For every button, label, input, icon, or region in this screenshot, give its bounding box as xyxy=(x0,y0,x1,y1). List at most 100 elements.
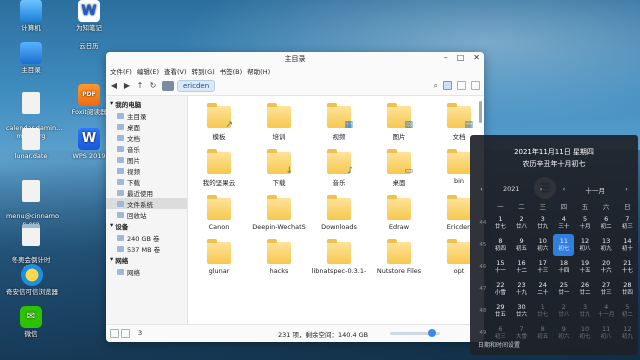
calendar-day[interactable]: 2 廿八 xyxy=(553,300,574,322)
calendar-day[interactable]: 1 廿七 xyxy=(490,212,511,234)
titlebar[interactable]: 主目录 – □ ✕ xyxy=(106,52,484,65)
sidebar-group-header[interactable]: ▾ 设备 xyxy=(106,220,187,232)
folder-item[interactable]: Nutstore Files xyxy=(369,239,429,275)
folder-item[interactable]: ▨ 图片 xyxy=(369,103,429,141)
breadcrumb-current[interactable]: ericden xyxy=(177,79,216,92)
calendar-day[interactable]: 6 初二 xyxy=(596,212,617,234)
zoom-slider[interactable] xyxy=(390,329,441,337)
up-arrow-icon[interactable]: ↑ xyxy=(136,81,144,90)
month-next-button[interactable]: › xyxy=(625,185,628,195)
folder-item[interactable]: ▤ 文档 xyxy=(429,103,476,141)
toggle-sidebar-button[interactable] xyxy=(110,329,119,338)
zoom-slider-knob[interactable] xyxy=(428,329,437,337)
calendar-day[interactable]: 11 初七 xyxy=(553,234,575,256)
calendar-day[interactable]: 27 廿三 xyxy=(596,278,617,300)
sidebar-group-header[interactable]: ▾ 网络 xyxy=(106,254,187,266)
calendar-day[interactable]: 12 初八 xyxy=(574,234,595,256)
calendar-month[interactable]: 十一月 xyxy=(586,185,606,195)
sidebar-item[interactable]: 文件系统 xyxy=(106,198,187,209)
calendar-day[interactable]: 4 十一月 xyxy=(596,300,617,322)
sidebar-item[interactable]: 主目录 xyxy=(106,110,187,121)
folder-item[interactable]: libnatspec-0.3.1- xyxy=(309,239,369,275)
calendar-day[interactable]: 5 十月 xyxy=(574,212,595,234)
calendar-day[interactable]: 22 小雪 xyxy=(490,278,511,300)
calendar-day[interactable]: 21 十七 xyxy=(617,256,638,278)
menu-edit[interactable]: 编辑(E) xyxy=(137,66,159,76)
sidebar-item[interactable]: 音乐 xyxy=(106,143,187,154)
desktop-icon-cloud-calendar[interactable]: ☰ 云日历 xyxy=(64,42,556,199)
calendar-day[interactable]: 5 初二 xyxy=(617,300,638,322)
calendar-day[interactable]: 15 十一 xyxy=(490,256,511,278)
path-root-icon[interactable] xyxy=(162,80,174,91)
folder-item[interactable]: opt xyxy=(429,239,476,275)
calendar-day[interactable]: 19 十五 xyxy=(574,256,595,278)
sidebar-item[interactable]: 视频 xyxy=(106,165,187,176)
calendar-day[interactable]: 4 三十 xyxy=(553,212,574,234)
calendar-day[interactable]: 13 初九 xyxy=(596,234,617,256)
desktop-icon-wiz[interactable]: W 为知笔记 xyxy=(64,0,114,32)
sidebar-item[interactable]: 网络 xyxy=(106,266,187,277)
search-icon[interactable]: ⌕ xyxy=(434,81,438,91)
calendar-day[interactable]: 2 廿八 xyxy=(511,212,532,234)
calendar-day[interactable]: 23 十九 xyxy=(511,278,532,300)
year-next-button[interactable]: › xyxy=(540,185,543,195)
compact-view-button[interactable] xyxy=(471,81,480,90)
icon-view-button[interactable] xyxy=(443,81,452,90)
sidebar-item[interactable]: 240 GB 卷 xyxy=(106,232,187,243)
calendar-day[interactable]: 3 廿九 xyxy=(574,300,595,322)
calendar-day[interactable]: 3 廿九 xyxy=(532,212,553,234)
sidebar-item[interactable]: 图片 xyxy=(106,154,187,165)
folder-item[interactable]: Deepin-WechatS xyxy=(249,195,309,231)
calendar-day[interactable]: 17 十三 xyxy=(532,256,553,278)
calendar-day[interactable]: 26 廿二 xyxy=(574,278,595,300)
calendar-day[interactable]: 9 初五 xyxy=(511,234,532,256)
calendar-day[interactable]: 18 十四 xyxy=(553,256,574,278)
datetime-settings-link[interactable]: 日期和时间设置 xyxy=(478,340,520,349)
desktop-icon-browser[interactable]: 奇安信可信浏览器 xyxy=(2,264,62,296)
minimize-button[interactable]: – xyxy=(444,53,448,62)
calendar-day[interactable]: 8 初五 xyxy=(532,322,553,344)
folder-item[interactable]: ♪ 音乐 xyxy=(309,149,369,187)
calendar-day[interactable]: 7 初三 xyxy=(617,212,638,234)
desktop-icon-home[interactable]: 主目录 xyxy=(6,42,56,74)
folder-item[interactable]: 我的坚果云 xyxy=(189,149,249,187)
calendar-day[interactable]: 16 十二 xyxy=(511,256,532,278)
sidebar-item[interactable]: 最近使用 xyxy=(106,187,187,198)
folder-item[interactable]: glunar xyxy=(189,239,249,275)
folder-item[interactable]: ↓ 下载 xyxy=(249,149,309,187)
calendar-day[interactable]: 14 初十 xyxy=(617,234,638,256)
calendar-day[interactable]: 1 廿七 xyxy=(532,300,553,322)
menu-help[interactable]: 帮助(H) xyxy=(247,66,270,76)
calendar-day[interactable]: 28 廿四 xyxy=(617,278,638,300)
calendar-day[interactable]: 29 廿五 xyxy=(490,300,511,322)
back-arrow-icon[interactable]: ◀ xyxy=(110,81,118,90)
folder-item[interactable]: ▭ 桌面 xyxy=(369,149,429,187)
calendar-year[interactable]: 2021 xyxy=(503,185,520,195)
folder-item[interactable]: Canon xyxy=(189,195,249,231)
menu-view[interactable]: 查看(V) xyxy=(164,66,187,76)
folder-item[interactable]: Ericden xyxy=(429,195,476,231)
scrollbar-thumb[interactable] xyxy=(479,101,482,123)
folder-item[interactable]: bin xyxy=(429,149,476,187)
folder-item[interactable]: Downloads xyxy=(309,195,369,231)
desktop-icon-wechat[interactable]: ✉ 微信 xyxy=(6,306,56,338)
year-prev-button[interactable]: ‹ xyxy=(480,185,483,195)
folder-item[interactable]: Edraw xyxy=(369,195,429,231)
menu-bookmarks[interactable]: 书签(B) xyxy=(220,66,243,76)
sidebar-item[interactable]: 537 MB 卷 xyxy=(106,243,187,254)
desktop-icon-lunar[interactable]: lunar.date xyxy=(6,128,56,160)
menu-file[interactable]: 文件(F) xyxy=(110,66,132,76)
sidebar-item[interactable]: 回收站 xyxy=(106,209,187,220)
sidebar-item[interactable]: 桌面 xyxy=(106,121,187,132)
maximize-button[interactable]: □ xyxy=(457,53,465,62)
list-view-button[interactable] xyxy=(457,81,466,90)
month-prev-button[interactable]: ‹ xyxy=(563,185,566,195)
calendar-day[interactable]: 10 初六 xyxy=(532,234,553,256)
calendar-day[interactable]: 24 二十 xyxy=(532,278,553,300)
folder-item[interactable]: ▦ 视频 xyxy=(309,103,369,141)
toggle-tree-button[interactable] xyxy=(121,329,130,338)
calendar-day[interactable]: 25 廿一 xyxy=(553,278,574,300)
desktop-icon-computer[interactable]: 计算机 xyxy=(6,0,56,32)
folder-item[interactable]: 培训 xyxy=(249,103,309,141)
file-view[interactable]: ↗ 模板 培训 ▦ 视频 ▨ 图片 ▤ 文档 我的坚果云 ↓ 下载 ♪ 音乐 ▭ 桌面 bin Canon Deep… xyxy=(189,96,476,324)
